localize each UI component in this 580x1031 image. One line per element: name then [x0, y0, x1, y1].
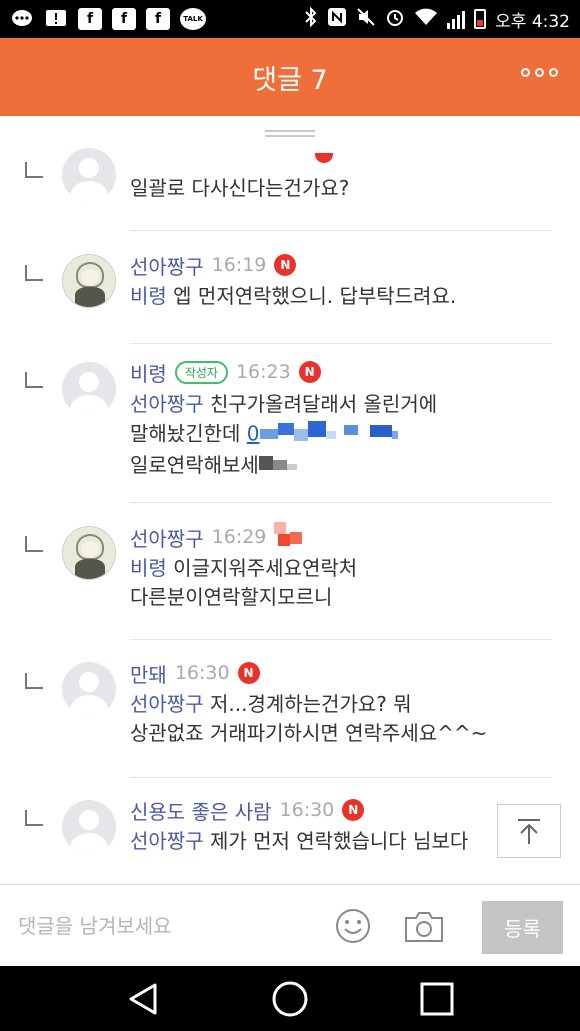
comment-text: 이글지워주세요연락처 [173, 556, 358, 580]
home-circle-icon [272, 981, 308, 1016]
more-dot-icon [535, 68, 544, 77]
reply-arrow-icon [25, 673, 43, 689]
avatar[interactable] [62, 800, 116, 854]
wifi-icon [414, 7, 438, 32]
back-triangle-icon [129, 983, 157, 1014]
comment-input[interactable] [18, 909, 318, 943]
bluetooth-icon [304, 6, 318, 32]
mention[interactable]: 선아짱구 [130, 392, 204, 416]
comment-text: 상관없죠 거래파기하시면 연락주세요^^~ [130, 721, 488, 745]
avatar[interactable] [62, 362, 116, 416]
scroll-to-top-button[interactable] [497, 804, 561, 858]
reply-arrow-icon [25, 536, 43, 552]
mention[interactable]: 비령 [130, 556, 167, 580]
smiley-icon [336, 909, 370, 943]
more-options-button[interactable] [521, 68, 558, 77]
comment-text: 다른분이연락할지모르니 [130, 585, 333, 609]
comment-text: 엡 먼저연락했으니. 답부탁드려요. [173, 284, 457, 308]
recents-square-icon [420, 982, 454, 1015]
author-name[interactable]: 만돼 [130, 659, 167, 688]
alert-icon [44, 8, 68, 30]
reply-arrow-icon [25, 810, 43, 826]
reply-arrow-icon [25, 265, 43, 281]
facebook-icon: f [146, 8, 170, 30]
submit-button[interactable]: 등록 [482, 901, 563, 954]
avatar[interactable] [62, 148, 116, 202]
alarm-icon [385, 7, 405, 32]
status-bar: f f f TALK 오후 4:32 [0, 0, 580, 38]
pixelated-redaction [259, 419, 410, 451]
comment-text: 제가 먼저 연락했습니다 님보다 [209, 829, 469, 853]
pixelated-redaction [258, 452, 299, 482]
pixelated-redaction [274, 522, 304, 552]
avatar[interactable] [62, 254, 116, 308]
reply-arrow-icon [25, 162, 43, 178]
new-badge: N [274, 254, 297, 276]
chat-icon [10, 8, 34, 30]
mention[interactable]: 선아짱구 [130, 829, 204, 853]
divider [130, 230, 552, 231]
comment-time: 16:30 [279, 799, 335, 821]
status-time: 오후 4:32 [495, 11, 570, 32]
new-badge: N [342, 799, 365, 821]
camera-icon [405, 912, 443, 942]
mention[interactable]: 선아짱구 [130, 692, 204, 716]
comment-list[interactable]: 일괄로 다사신다는건가요? 선아짱구 16:19 N 비령 엡 먼저연락했으니.… [0, 116, 580, 886]
comment-text: 저...경계하는건가요? 뭐 [209, 692, 412, 716]
comment-time: 16:29 [211, 526, 267, 548]
more-dot-icon [549, 68, 558, 77]
recents-button[interactable] [417, 979, 457, 1019]
mention[interactable]: 비령 [130, 284, 167, 308]
divider [130, 777, 552, 778]
kakaotalk-icon: TALK [180, 8, 206, 30]
author-name[interactable]: 선아짱구 [130, 251, 204, 280]
comments-header: 댓글 7 [0, 38, 580, 116]
phone-link[interactable]: 0 [247, 422, 260, 446]
new-badge [315, 153, 333, 163]
divider [130, 639, 552, 640]
comment-text: 일로연락해보세 [130, 453, 259, 477]
facebook-icon: f [112, 8, 136, 30]
new-badge: N [237, 662, 260, 684]
home-button[interactable] [270, 979, 310, 1019]
comment-input-bar: 등록 [0, 884, 580, 966]
avatar[interactable] [62, 526, 116, 580]
arrow-up-icon [518, 819, 540, 844]
comment-text: 일괄로 다사신다는건가요? [130, 176, 350, 200]
author-name[interactable]: 비령 [130, 358, 167, 387]
reply-arrow-icon [25, 372, 43, 388]
drag-handle[interactable] [265, 130, 315, 138]
divider [130, 502, 552, 503]
system-nav-bar [0, 966, 580, 1031]
author-name[interactable]: 신용도 좋은 사람 [130, 796, 272, 825]
comment-text: 친구가올려달래서 올린거에 [209, 392, 438, 416]
avatar[interactable] [62, 662, 116, 716]
page-title: 댓글 7 [252, 64, 328, 96]
new-badge: N [298, 361, 321, 383]
comment-time: 16:30 [174, 662, 230, 684]
emoji-button[interactable] [334, 907, 372, 945]
author-name[interactable]: 선아짱구 [130, 523, 204, 552]
comment-time: 16:19 [211, 254, 267, 276]
comment-text: 말해놨긴한데 [130, 421, 241, 446]
facebook-icon: f [78, 8, 102, 30]
divider [130, 343, 552, 344]
signal-icon [447, 9, 466, 29]
mute-icon [356, 7, 376, 32]
back-button[interactable] [123, 979, 163, 1019]
nfc-icon [327, 7, 347, 32]
more-dot-icon [521, 68, 530, 77]
comment-time: 16:23 [235, 361, 291, 383]
camera-button[interactable] [403, 909, 445, 945]
battery-icon [474, 9, 487, 29]
author-badge: 작성자 [174, 360, 228, 384]
